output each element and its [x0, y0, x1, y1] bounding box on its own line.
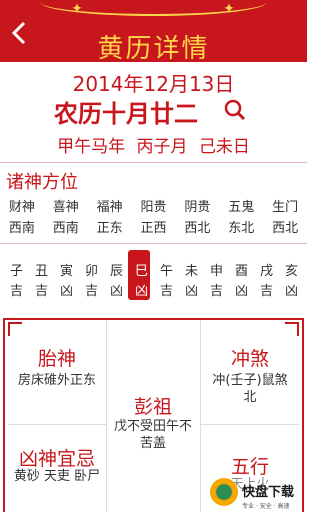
chongsha-text: 冲(壬子)鼠煞北 [212, 373, 288, 405]
lunar-date: 农历十月廿二 [54, 100, 198, 128]
hour-luck: 凶 [184, 284, 198, 299]
gods-section-title: 诸神方位 [6, 172, 78, 193]
hour-branch[interactable]: 亥 [279, 260, 304, 279]
god-direction: 西北 [184, 221, 211, 236]
god-direction: 西南 [52, 221, 79, 236]
chongsha-title: 冲煞 [230, 348, 269, 370]
pengzu-title: 彭祖 [133, 396, 172, 418]
app-header: ✦ ✦ 黄历详情 [0, 0, 307, 64]
taishen-title: 胎神 [37, 348, 76, 370]
solar-date: 2014年12月13日 [72, 72, 235, 96]
hour-luck-row: 吉 吉 凶 吉 凶 凶 吉 凶 吉 凶 吉 凶 [4, 280, 304, 299]
god-name: 财神 [8, 200, 35, 215]
hour-luck: 凶 [284, 284, 298, 299]
hour-luck: 吉 [34, 284, 48, 299]
god-direction: 正东 [96, 221, 123, 236]
frame-corner [285, 322, 299, 336]
god-name: 阴贵 [184, 200, 211, 215]
ganzhi-date: 甲午马年 丙子月 己未日 [57, 137, 250, 157]
panel-divider [106, 320, 107, 512]
hour-luck: 吉 [209, 284, 223, 299]
gods-dirs-row: 西南 西南 正东 正西 西北 东北 西北 [0, 217, 307, 236]
hour-branch[interactable]: 丑 [29, 260, 54, 279]
panel-frame [3, 318, 9, 512]
hour-branch[interactable]: 巳 [129, 260, 154, 279]
hour-luck: 吉 [159, 284, 173, 299]
god-direction: 西南 [8, 221, 35, 236]
watermark-logo: 快盘下载 专业 · 安全 · 高速 [206, 472, 307, 512]
watermark-tagline: 专业 · 安全 · 高速 [242, 502, 289, 510]
god-name: 生门 [272, 200, 299, 215]
panel-frame [3, 318, 302, 320]
frame-corner [8, 322, 22, 336]
hour-branch[interactable]: 辰 [104, 260, 129, 279]
god-name: 五鬼 [228, 200, 255, 215]
pengzu-text: 戊不受田午不苦盖 [114, 419, 193, 451]
xiongshen-title: 凶神宜忌 [18, 448, 95, 470]
god-direction: 东北 [228, 221, 255, 236]
taishen-text: 房床碓外正东 [17, 373, 96, 388]
divider [0, 162, 307, 163]
gods-names-row: 财神 喜神 福神 阳贵 阴贵 五鬼 生门 [0, 196, 307, 215]
kuaipan-logo-icon: 快盘下载 专业 · 安全 · 高速 [210, 478, 294, 510]
god-direction: 西北 [272, 221, 299, 236]
search-icon[interactable] [224, 99, 246, 121]
hour-luck: 吉 [259, 284, 273, 299]
knot-ornament-left: ✦ [71, 1, 83, 17]
hour-branch[interactable]: 卯 [79, 260, 104, 279]
hour-branch[interactable]: 戌 [254, 260, 279, 279]
divider [0, 243, 307, 244]
hour-branch[interactable]: 子 [4, 260, 29, 279]
hour-branch[interactable]: 寅 [54, 260, 79, 279]
hour-luck: 吉 [84, 284, 98, 299]
xiongshen-text: 黄砂 天吏 卧尸 [13, 469, 101, 484]
god-name: 福神 [96, 200, 123, 215]
god-name: 喜神 [52, 200, 79, 215]
hour-luck: 吉 [9, 284, 23, 299]
panel-divider [201, 424, 299, 425]
hour-branch[interactable]: 申 [204, 260, 229, 279]
hour-branch[interactable]: 酉 [229, 260, 254, 279]
god-direction: 正西 [140, 221, 167, 236]
panel-divider [8, 424, 106, 425]
hour-luck: 凶 [109, 284, 123, 299]
hour-branch[interactable]: 午 [154, 260, 179, 279]
hour-luck: 凶 [134, 284, 148, 299]
hour-branch[interactable]: 未 [179, 260, 204, 279]
hour-branch-row: 子 丑 寅 卯 辰 巳 午 未 申 酉 戌 亥 [4, 260, 304, 279]
page-title: 黄历详情 [97, 34, 210, 64]
watermark-brand: 快盘下载 [242, 484, 294, 500]
god-name: 阳贵 [140, 200, 167, 215]
hour-luck: 凶 [234, 284, 248, 299]
panel-divider [200, 320, 201, 512]
knot-ornament-right: ✦ [223, 1, 235, 17]
hour-luck: 凶 [59, 284, 73, 299]
